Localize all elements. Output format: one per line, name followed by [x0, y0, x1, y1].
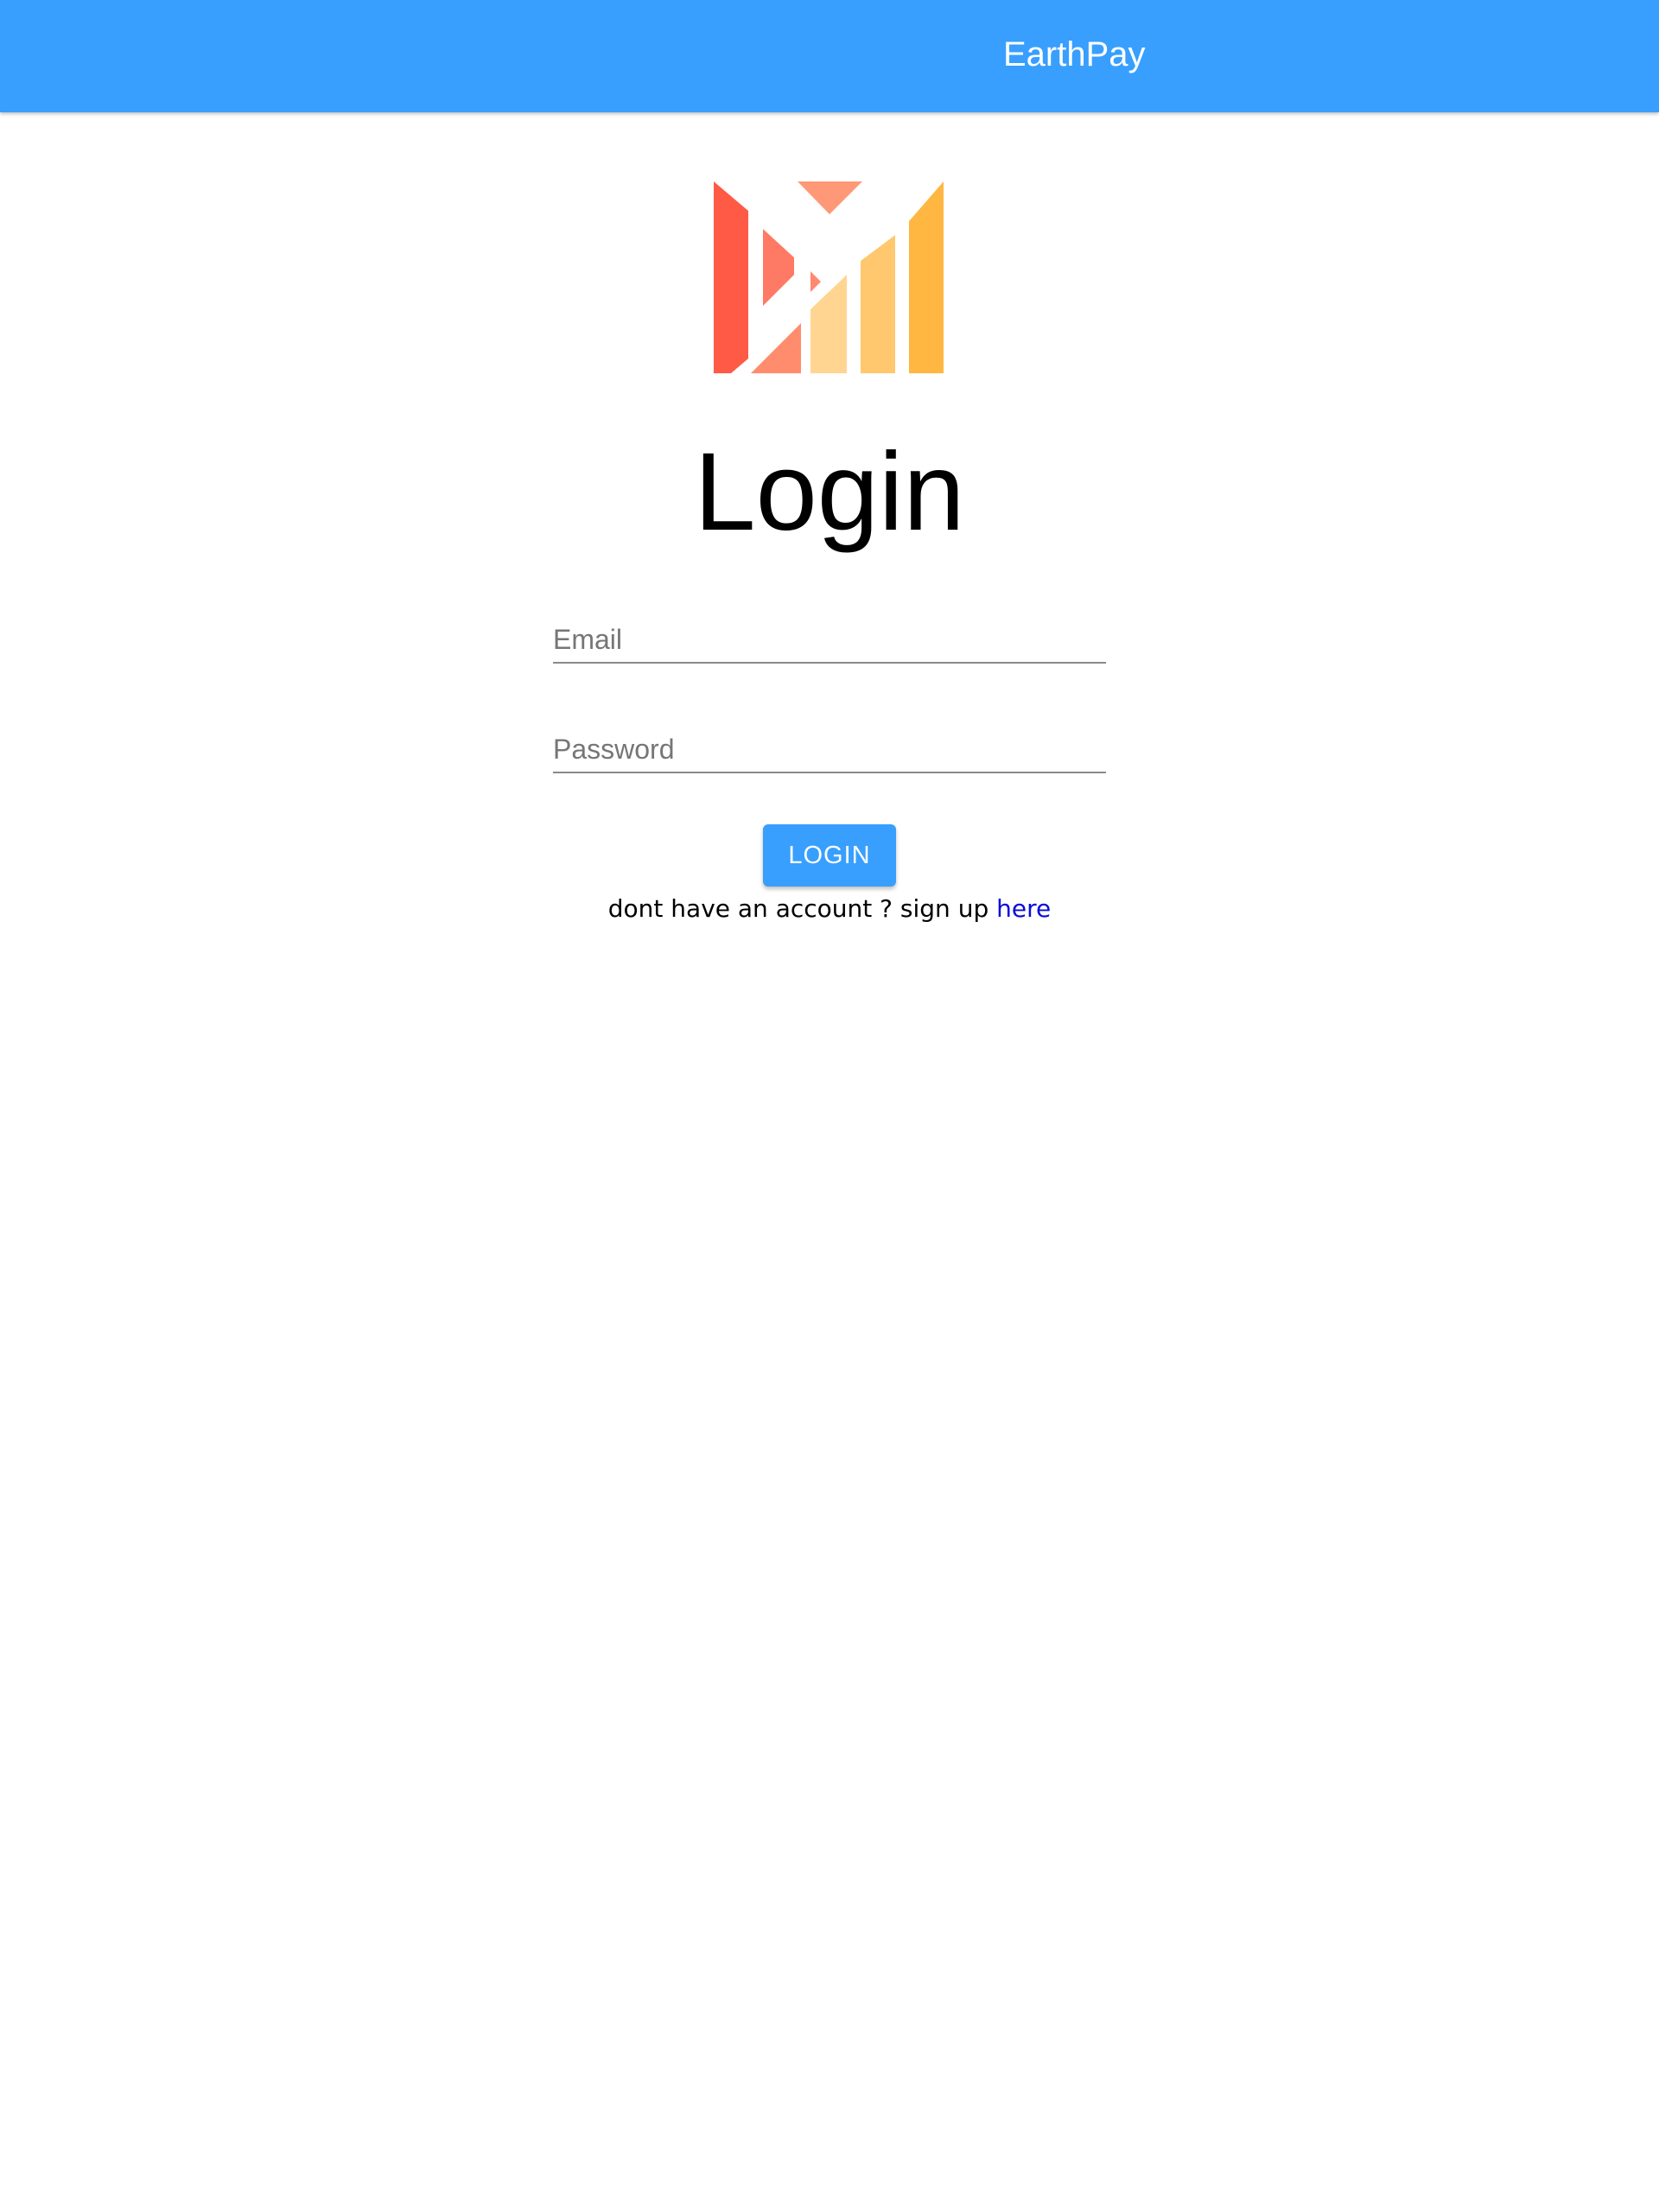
m-logo-icon	[714, 181, 945, 375]
page-title: Login	[694, 430, 965, 554]
signup-prompt-text: dont have an account ? sign up	[607, 894, 997, 923]
password-field[interactable]	[553, 711, 1106, 773]
email-field[interactable]	[553, 601, 1106, 664]
app-bar: EarthPay	[0, 0, 1659, 112]
email-input[interactable]	[553, 622, 1106, 657]
app-title: EarthPay	[1003, 35, 1146, 73]
login-button[interactable]: LOGIN	[763, 824, 896, 887]
signup-link[interactable]: here	[996, 894, 1051, 923]
signup-prompt: dont have an account ? sign up here	[0, 890, 1659, 928]
password-input[interactable]	[553, 732, 1106, 766]
